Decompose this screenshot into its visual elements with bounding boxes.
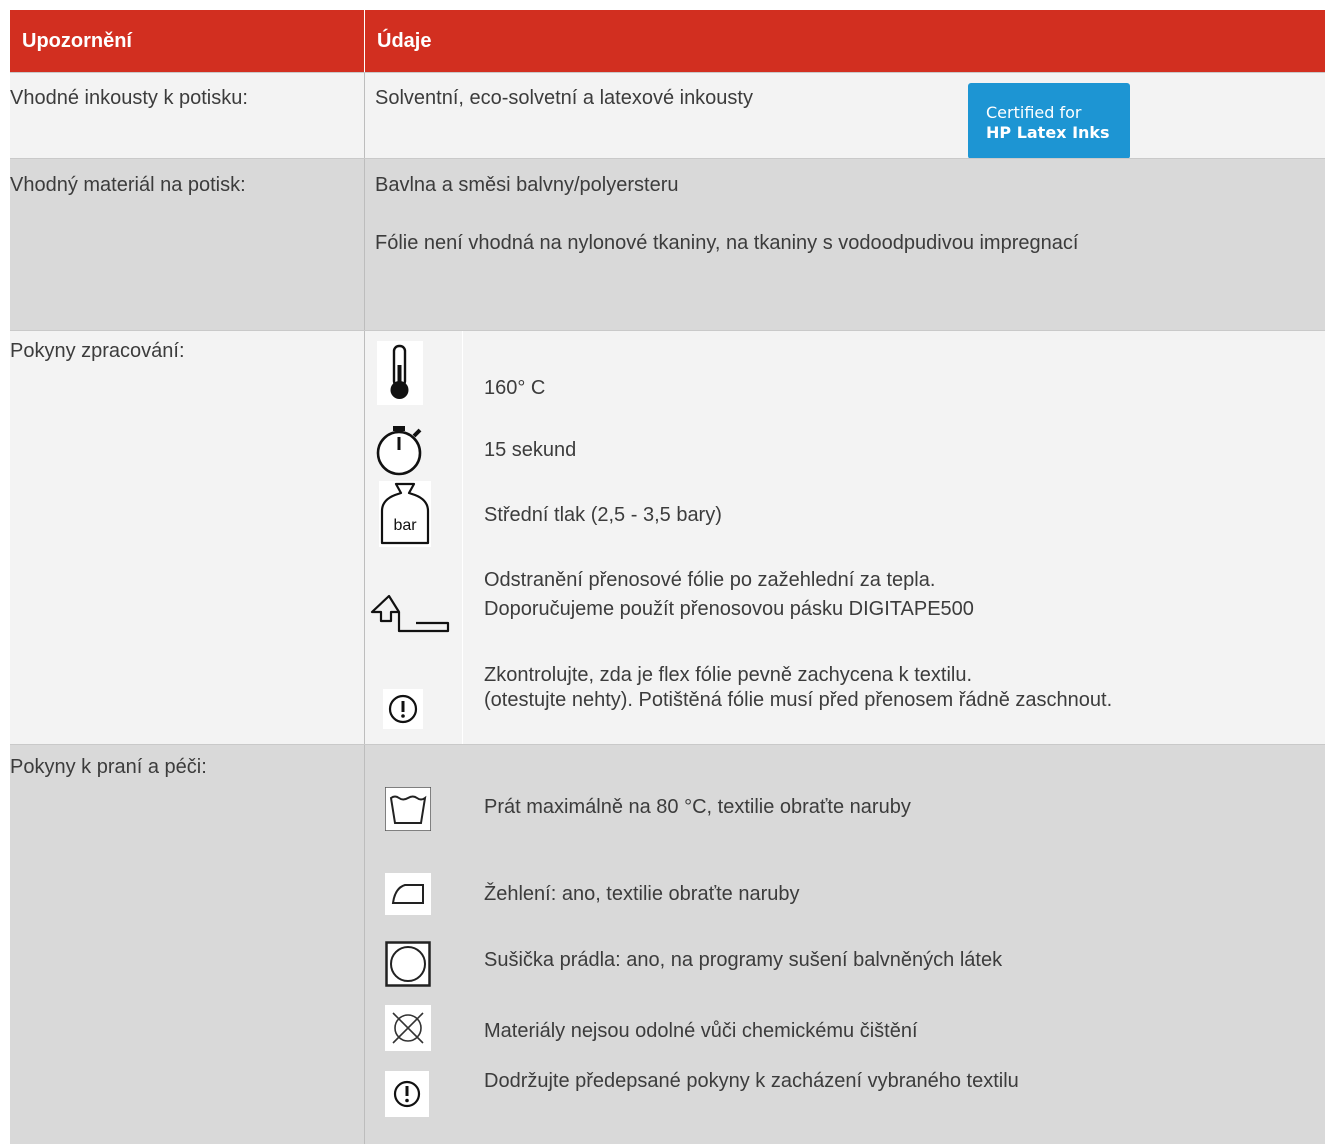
row-value-cell: Prát maximálně na 80 °C, textilie obraťt… — [365, 745, 1325, 1144]
exclamation-circle-icon — [383, 689, 423, 729]
table-row-material: Vhodný materiál na potisk: Bavlna a směs… — [10, 158, 1325, 330]
exclamation-circle-icon — [385, 1071, 429, 1117]
processing-item-4-text: Odstranění přenosové fólie po zažehlední… — [484, 569, 936, 591]
row-value-cell: Bavlna a směsi balvny/polyersteru Fólie … — [365, 159, 1325, 330]
processing-item-5-text2: (otestujte nehty). Potištěná fólie musí … — [484, 689, 1113, 711]
hp-badge-line1: Certified for — [986, 103, 1082, 122]
care-item-5-text: Dodržujte předepsané pokyny k zacházení … — [484, 1070, 1019, 1092]
processing-label: Pokyny zpracování: — [10, 340, 185, 362]
header-cell-notice: Upozornění — [10, 10, 365, 72]
material-label: Vhodný materiál na potisk: — [10, 174, 246, 196]
row-value-cell: Solventní, eco-solvetní a latexové inkou… — [365, 73, 1325, 159]
hp-latex-badge: Certified for HP Latex Inks — [968, 83, 1130, 159]
care-item-2-text: Žehlení: ano, textilie obraťte naruby — [484, 883, 800, 905]
wash-tub-icon — [385, 787, 431, 831]
tumble-dry-icon — [385, 941, 431, 987]
processing-item-2-text: 15 sekund — [484, 439, 577, 461]
stopwatch-icon — [373, 422, 429, 478]
table-row-care: Pokyny k praní a péči: Prát maximálně na… — [10, 744, 1325, 1144]
processing-item-5-text: Zkontrolujte, zda je flex fólie pevně za… — [484, 664, 973, 686]
processing-item-3-text: Střední tlak (2,5 - 3,5 bary) — [484, 504, 722, 526]
processing-item-4-text2: Doporučujeme použít přenosovou pásku DIG… — [484, 598, 974, 620]
row-value-cell: 160° C 15 sekund bar Střední tlak (2,5 -… — [365, 331, 1325, 745]
row-label-cell: Pokyny zpracování: — [10, 331, 365, 744]
no-dry-clean-icon — [385, 1005, 431, 1051]
inner-divider — [462, 331, 463, 745]
material-value-1: Bavlna a směsi balvny/polyersteru — [375, 174, 679, 196]
care-label: Pokyny k praní a péči: — [10, 756, 207, 778]
hp-badge-line2: HP Latex Inks — [986, 123, 1110, 142]
row-label-cell: Vhodné inkousty k potisku: — [10, 73, 365, 158]
header-notice-label: Upozornění — [22, 30, 132, 52]
header-cell-data: Údaje — [365, 10, 1325, 72]
peel-arrow-icon — [368, 591, 454, 637]
care-item-3-text: Sušička prádla: ano, na programy sušení … — [484, 949, 1003, 971]
weight-bar-icon: bar — [379, 481, 431, 547]
material-value-2: Fólie není vhodná na nylonové tkaniny, n… — [375, 232, 1079, 254]
header-data-label: Údaje — [377, 30, 432, 52]
inks-value: Solventní, eco-solvetní a latexové inkou… — [375, 87, 753, 109]
thermometer-icon — [377, 341, 423, 405]
care-item-4-text: Materiály nejsou odolné vůči chemickému … — [484, 1020, 918, 1042]
table-header: Upozornění Údaje — [10, 10, 1325, 72]
table-row-inks: Vhodné inkousty k potisku: Solventní, ec… — [10, 72, 1325, 159]
weight-bar-icon-label: bar — [393, 517, 417, 534]
inks-label: Vhodné inkousty k potisku: — [10, 87, 248, 109]
spec-table: Upozornění Údaje Vhodné inkousty k potis… — [10, 10, 1325, 1144]
care-item-1-text: Prát maximálně na 80 °C, textilie obraťt… — [484, 796, 911, 818]
row-label-cell: Pokyny k praní a péči: — [10, 745, 365, 1144]
row-label-cell: Vhodný materiál na potisk: — [10, 159, 365, 330]
iron-icon — [385, 873, 431, 915]
processing-item-1-text: 160° C — [484, 377, 546, 399]
table-row-processing: Pokyny zpracování: 160° C 15 sekund bar … — [10, 330, 1325, 745]
